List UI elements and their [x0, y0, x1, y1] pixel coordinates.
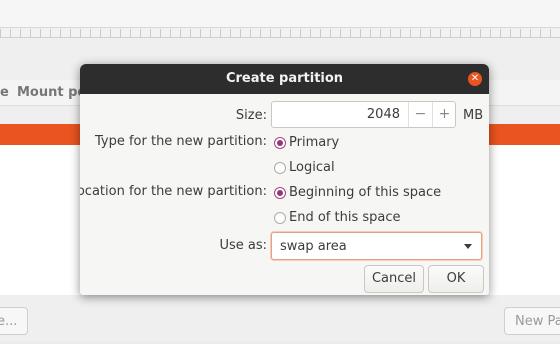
window-toolbar [0, 0, 560, 28]
dialog-title: Create partition [225, 71, 344, 86]
increase-size-button[interactable]: + [432, 102, 456, 127]
use-as-dropdown[interactable]: swap area [271, 232, 482, 260]
partition-location-label: Location for the new partition: [80, 184, 267, 199]
background-bottom-text: ... [46, 336, 57, 344]
create-partition-dialog: Create partition ✕ Size: 2048 − + MB Typ… [80, 64, 489, 295]
use-as-label: Use as: [219, 238, 267, 253]
size-input[interactable]: 2048 [278, 107, 400, 122]
background-button-left[interactable]: e... [0, 307, 28, 335]
radio-checked-icon [274, 137, 286, 149]
close-icon[interactable]: ✕ [468, 72, 482, 86]
location-beginning-label[interactable]: Beginning of this space [289, 185, 441, 200]
cancel-button[interactable]: Cancel [364, 265, 424, 293]
size-spinbutton[interactable]: 2048 − + [271, 101, 456, 128]
column-header-partial: e [0, 85, 9, 100]
radio-unchecked-icon [274, 212, 286, 224]
decrease-size-button[interactable]: − [408, 102, 432, 127]
size-unit-label: MB [463, 108, 484, 123]
use-as-selected-value: swap area [280, 239, 347, 254]
chevron-down-icon [464, 244, 472, 249]
radio-checked-icon [274, 187, 286, 199]
type-logical-label[interactable]: Logical [289, 160, 335, 175]
ok-button[interactable]: OK [428, 265, 484, 293]
radio-unchecked-icon [274, 162, 286, 174]
partition-bar [0, 29, 560, 38]
type-primary-label[interactable]: Primary [289, 135, 339, 150]
dialog-titlebar: Create partition ✕ [80, 64, 489, 94]
new-partition-table-button[interactable]: New Pa [504, 307, 560, 335]
size-label: Size: [235, 108, 267, 123]
partition-type-label: Type for the new partition: [94, 134, 267, 149]
location-end-label[interactable]: End of this space [289, 210, 401, 225]
